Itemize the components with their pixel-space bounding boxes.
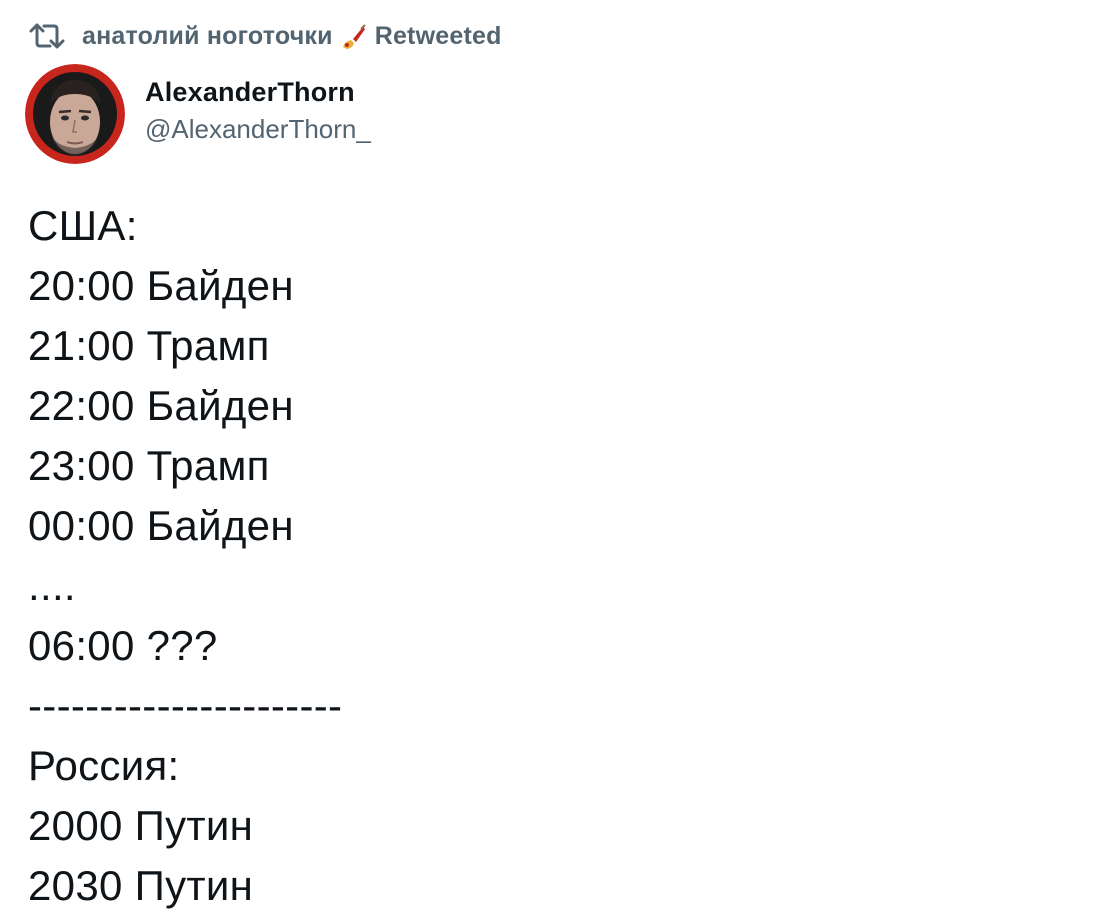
- tweet-line: ----------------------: [28, 682, 343, 729]
- tweet-line: 20:00 Байден: [28, 262, 294, 309]
- retweet-context[interactable]: анатолий ноготочки Retweeted: [28, 18, 502, 54]
- tweet-line: 06:00 ???: [28, 622, 218, 669]
- author-row[interactable]: AlexanderThorn @AlexanderThorn_: [25, 64, 371, 164]
- tweet-line: 2030 Путин: [28, 862, 254, 909]
- retweet-icon: [28, 21, 66, 51]
- tweet-line: Россия:: [28, 742, 180, 789]
- tweet-body: США: 20:00 Байден 21:00 Трамп 22:00 Байд…: [28, 196, 1088, 916]
- retweeted-label: Retweeted: [374, 21, 502, 50]
- tweet-card[interactable]: анатолий ноготочки Retweeted AlexanderTh…: [0, 0, 1110, 922]
- author-handle[interactable]: @AlexanderThorn_: [145, 114, 371, 145]
- tweet-line: 00:00 Байден: [28, 502, 294, 549]
- avatar[interactable]: [25, 64, 125, 164]
- tweet-line: ....: [28, 562, 76, 609]
- tweet-line: 22:00 Байден: [28, 382, 294, 429]
- retweeter-name[interactable]: анатолий ноготочки: [82, 22, 333, 51]
- tweet-line: США:: [28, 202, 138, 249]
- tweet-line: 21:00 Трамп: [28, 322, 270, 369]
- tweet-line: 23:00 Трамп: [28, 442, 270, 489]
- tweet-line: 2000 Путин: [28, 802, 254, 849]
- nail-polish-icon: [339, 21, 369, 51]
- author-display-name[interactable]: AlexanderThorn: [145, 77, 371, 108]
